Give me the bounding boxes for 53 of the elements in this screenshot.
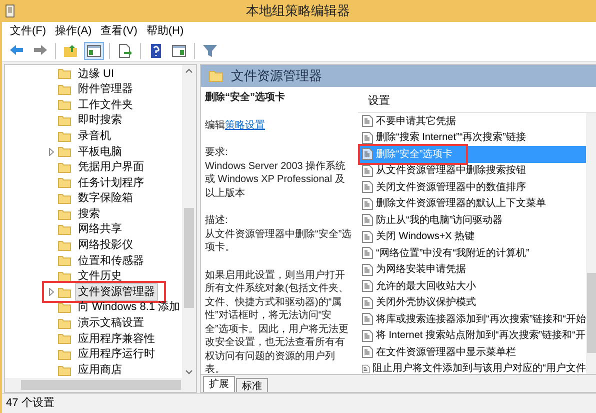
requirements-text: Windows Server 2003 操作系统或 Windows XP Professional 及以上版本 <box>205 160 347 200</box>
policy-settings-link[interactable]: 策略设置 <box>225 120 265 130</box>
tree-item[interactable]: 录音机 <box>76 128 113 144</box>
settings-row[interactable]: 阻止用户将文件添加到与该用户对应的“用户文件 <box>358 360 586 374</box>
tree-item[interactable]: 应用程序运行时 <box>76 346 157 363</box>
panel-title: 文件资源管理器 <box>231 67 322 86</box>
setting-title: 删除“安全”选项卡 <box>205 91 286 104</box>
settings-row[interactable]: 关闭 Windows+X 热键 <box>358 228 586 245</box>
settings-row[interactable]: 防止从“我的电脑”访问驱动器 <box>358 212 586 228</box>
tree-item[interactable]: 任务计划程序 <box>76 174 146 192</box>
tree-item[interactable]: 数字保险箱 <box>76 190 135 207</box>
tree-item[interactable]: 应用商店 <box>76 362 124 378</box>
status-bar: 47 个设置 <box>2 393 596 413</box>
tree-item[interactable]: 凭据用户界面 <box>76 159 146 176</box>
settings-row[interactable]: 关闭外壳协议保护模式 <box>358 294 586 311</box>
tab[interactable]: 扩展 <box>203 376 235 392</box>
tree-item[interactable]: 位置和传感器 <box>76 252 146 270</box>
settings-row[interactable]: 将库或搜索连接器添加到“再次搜索”链接和“开始 <box>358 311 586 328</box>
description-text: 从文件资源管理器中删除“安全”选项卡。 <box>205 228 353 254</box>
tree-item[interactable]: 向 Windows 8.1 添加 <box>76 299 182 316</box>
tree-item[interactable]: 文件历史 <box>76 268 124 285</box>
tree-item[interactable]: 演示文稿设置 <box>76 315 146 332</box>
menu-item[interactable]: 操作(A) <box>55 22 92 40</box>
settings-row[interactable]: 删除“搜索 Internet”“再次搜索”链接 <box>358 130 586 146</box>
tree-item[interactable]: 即时搜索 <box>76 112 124 129</box>
settings-row[interactable]: 不要申请其它凭据 <box>358 113 586 130</box>
edit-label: 编辑 <box>205 120 225 130</box>
tree-item[interactable]: 工作文件夹 <box>76 96 135 114</box>
window-title: 本地组策略编辑器 <box>246 2 350 20</box>
tree-item[interactable]: 网络投影仪 <box>76 237 135 254</box>
tree-item[interactable]: 网络共享 <box>76 221 124 238</box>
menu-item[interactable]: 帮助(H) <box>146 22 184 40</box>
requirements-label: 要求: <box>205 146 229 160</box>
tree-item[interactable]: 平板电脑 <box>76 144 124 160</box>
details-text: 如果启用此设置，则当用户打开所有文件系统对象(包括文件夹、文件、快捷方式和驱动器)的“属性”对话框时，将无法访问“安全”选项卡。因此，用户将无法更改安全设置，也无法查看所有有权访问有问题的资源的用户列表。 <box>205 268 350 374</box>
menu-item[interactable]: 查看(V) <box>100 22 138 40</box>
settings-row[interactable]: 允许的最大回收站大小 <box>358 278 586 294</box>
settings-row[interactable]: 关闭文件资源管理器中的数值排序 <box>358 179 586 196</box>
tab[interactable]: 标准 <box>236 378 268 392</box>
column-header[interactable]: 设置 <box>358 91 596 113</box>
tree-item[interactable]: 应用程序兼容性 <box>76 330 157 348</box>
settings-row[interactable]: 从文件资源管理器中删除搜索按钮 <box>358 162 586 179</box>
tree-item[interactable]: 附件管理器 <box>76 81 135 98</box>
settings-row[interactable]: “网络位置”中没有“我附近的计算机” <box>358 245 586 262</box>
settings-row[interactable]: 删除文件资源管理器的默认上下文菜单 <box>358 196 586 212</box>
settings-row[interactable]: 在文件资源管理器中显示菜单栏 <box>358 344 586 360</box>
description-label: 描述: <box>205 214 229 228</box>
tree-item[interactable]: 文件资源管理器 <box>76 284 157 300</box>
tree-item[interactable]: 边缘 UI <box>76 66 116 82</box>
settings-row[interactable]: 为网络安装申请凭据 <box>358 262 586 278</box>
tree-item[interactable]: 搜索 <box>76 206 102 222</box>
menu-item[interactable]: 文件(F) <box>10 22 46 40</box>
settings-row[interactable]: 将 Internet 搜索站点附加到“再次搜索”链接和“开 <box>358 328 586 344</box>
